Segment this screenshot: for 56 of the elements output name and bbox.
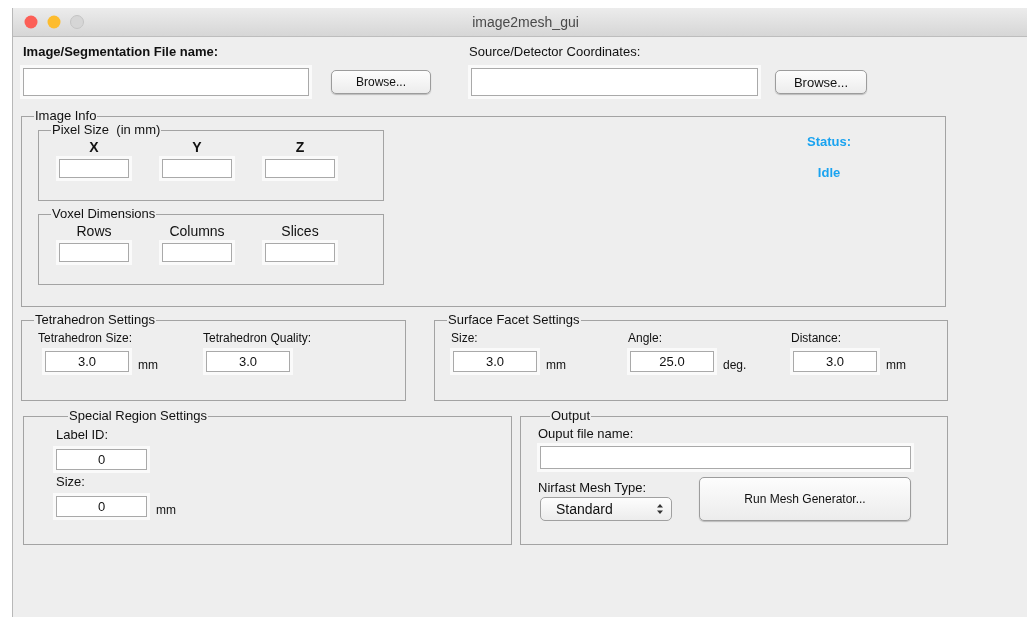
number-field[interactable]: 0 (56, 449, 147, 470)
pixel-size-field[interactable] (162, 159, 232, 178)
window-title: image2mesh_gui (471, 14, 580, 30)
dimension-field[interactable] (59, 243, 129, 262)
run-mesh-generator-button[interactable]: Run Mesh Generator... (699, 477, 911, 521)
field-label: Tetrahedron Size: (38, 331, 134, 345)
number-field[interactable]: 3.0 (793, 351, 877, 372)
field-label: Nirfast Mesh Type: (538, 480, 648, 496)
number-field[interactable]: 0 (56, 496, 147, 517)
axis-label: Z (295, 139, 305, 155)
number-field[interactable]: 3.0 (45, 351, 129, 372)
field-label: Angle: (628, 331, 664, 345)
number-field[interactable]: 25.0 (630, 351, 714, 372)
browse-button[interactable]: Browse... (331, 70, 431, 94)
zoom-icon (70, 15, 84, 29)
panel-title: Image Info (34, 109, 98, 123)
mesh-type-dropdown[interactable]: Standard (540, 497, 672, 521)
panel-title: Output (550, 409, 592, 423)
file-name-field[interactable] (23, 68, 309, 96)
output-file-field[interactable] (540, 446, 911, 469)
panel-title: Tetrahedron Settings (34, 313, 156, 327)
field-label: Ouput file name: (538, 426, 635, 442)
dimension-label: Slices (281, 223, 319, 239)
field-label: Source/Detector Coordinates: (469, 44, 642, 60)
dimension-label: Columns (169, 223, 225, 239)
number-field[interactable]: 3.0 (453, 351, 537, 372)
unit-label: mm (138, 358, 158, 372)
dimension-field[interactable] (162, 243, 232, 262)
unit-label: mm (156, 503, 176, 517)
panel-title: Special Region Settings (68, 409, 209, 423)
minimize-icon[interactable] (47, 15, 61, 29)
field-label: Tetrahedron Quality: (203, 331, 312, 345)
status-label: Status: (807, 134, 852, 149)
browse-button[interactable]: Browse... (775, 70, 867, 94)
field-label: Label ID: (56, 427, 110, 443)
panel-title: Voxel Dimensions (51, 207, 157, 221)
coordinates-field[interactable] (471, 68, 758, 96)
panel-title: Pixel Size (in mm) (52, 123, 162, 137)
pixel-size-field[interactable] (265, 159, 335, 178)
panel-title: Surface Facet Settings (447, 313, 581, 327)
axis-label: Y (192, 139, 202, 155)
pixel-size-field[interactable] (59, 159, 129, 178)
axis-label: X (89, 139, 99, 155)
close-icon[interactable] (24, 15, 38, 29)
status-value: Idle (817, 165, 841, 180)
dimension-label: Rows (76, 223, 112, 239)
unit-label: mm (546, 358, 566, 372)
field-label: Size: (451, 331, 479, 345)
field-label: Size: (56, 474, 86, 490)
field-label: Image/Segmentation File name: (23, 44, 220, 60)
up-down-arrows-icon (656, 503, 664, 515)
dimension-field[interactable] (265, 243, 335, 262)
number-field[interactable]: 3.0 (206, 351, 290, 372)
field-label: Distance: (791, 331, 843, 345)
unit-label: deg. (723, 358, 747, 372)
unit-label: mm (886, 358, 906, 372)
